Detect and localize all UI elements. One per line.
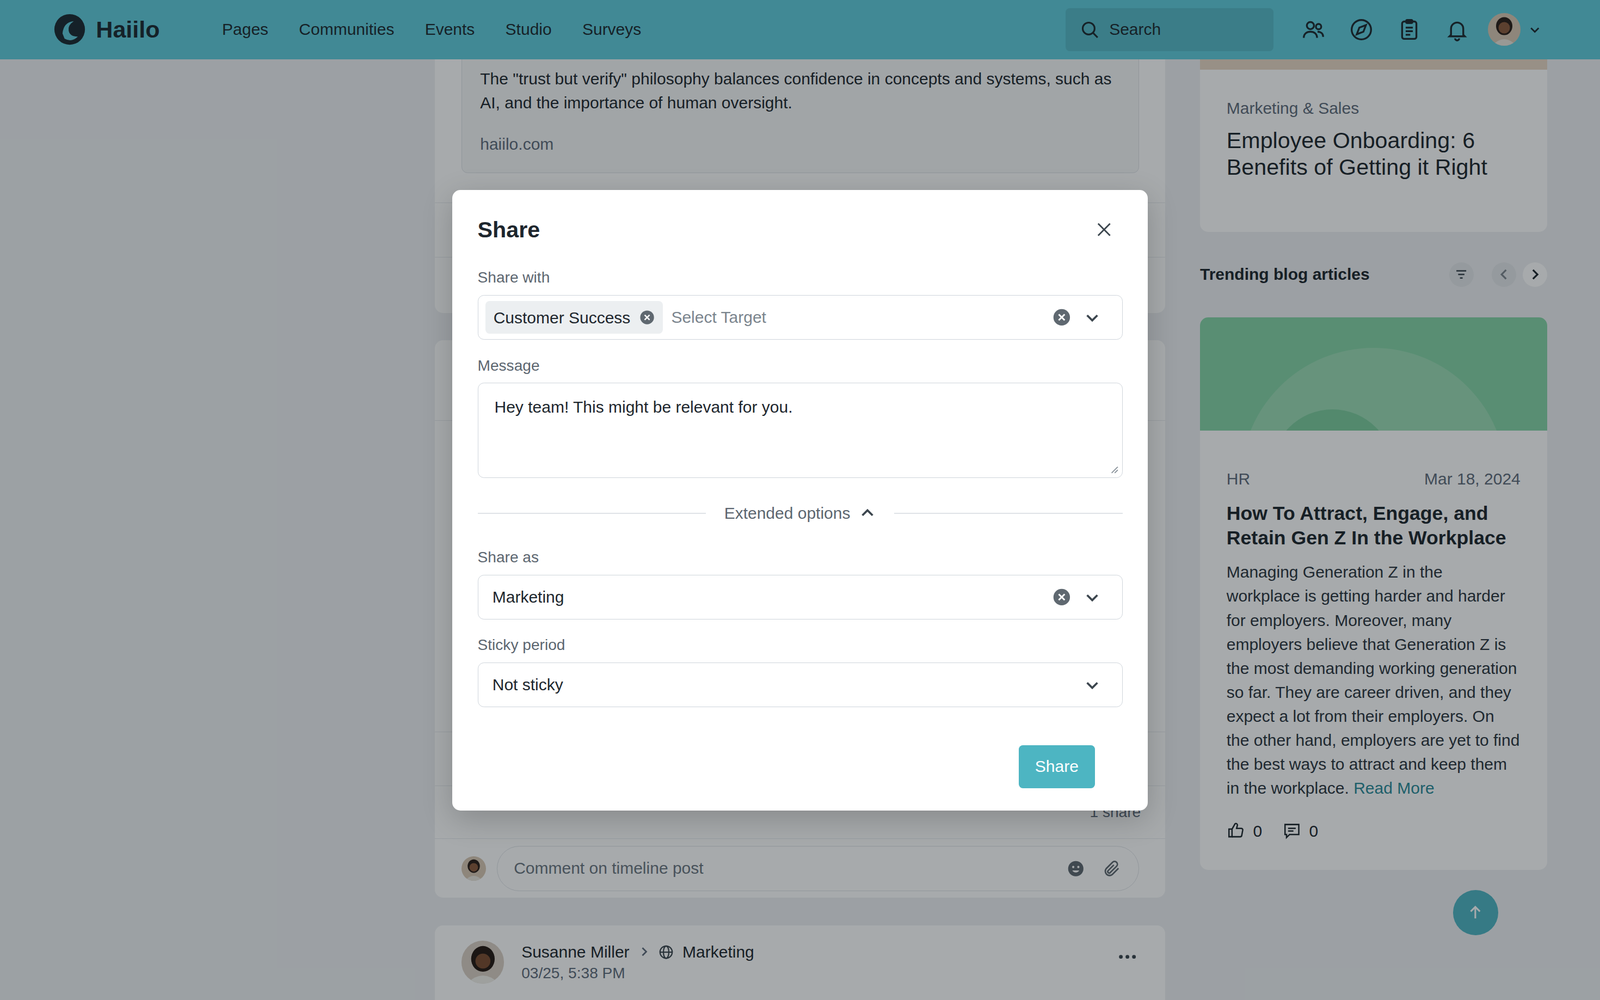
chevron-down-icon[interactable] <box>1084 309 1101 326</box>
field-label: Message <box>477 355 1123 377</box>
target-chip: Customer Success <box>485 300 664 334</box>
share-button[interactable]: Share <box>1018 745 1095 789</box>
remove-icon[interactable] <box>639 309 655 325</box>
field-label: Share with <box>477 267 1123 288</box>
modal-backdrop[interactable]: Share Share with Customer Success Select… <box>0 0 1600 1000</box>
share-as-select[interactable]: Marketing <box>477 574 1123 620</box>
field-label: Share as <box>477 546 1123 568</box>
share-with-select[interactable]: Customer Success Select Target <box>477 294 1123 341</box>
extended-options-toggle[interactable]: Extended options <box>477 502 1123 525</box>
field-label: Sticky period <box>477 634 1123 656</box>
share-dialog: Share Share with Customer Success Select… <box>452 189 1149 811</box>
message-input[interactable]: Hey team! This might be relevant for you… <box>477 382 1123 478</box>
clear-icon[interactable] <box>1052 587 1072 607</box>
chevron-down-icon[interactable] <box>1084 676 1101 693</box>
chevron-up-icon <box>859 505 876 522</box>
target-placeholder: Select Target <box>671 308 767 327</box>
resize-handle-icon[interactable] <box>1108 463 1119 475</box>
chevron-down-icon[interactable] <box>1084 588 1101 606</box>
clear-icon[interactable] <box>1052 308 1072 327</box>
sticky-period-select[interactable]: Not sticky <box>477 662 1123 708</box>
close-icon[interactable] <box>1093 219 1115 240</box>
page: Haiilo PagesCommunitiesEventsStudioSurve… <box>0 0 1600 1000</box>
dialog-title: Share <box>477 216 541 244</box>
